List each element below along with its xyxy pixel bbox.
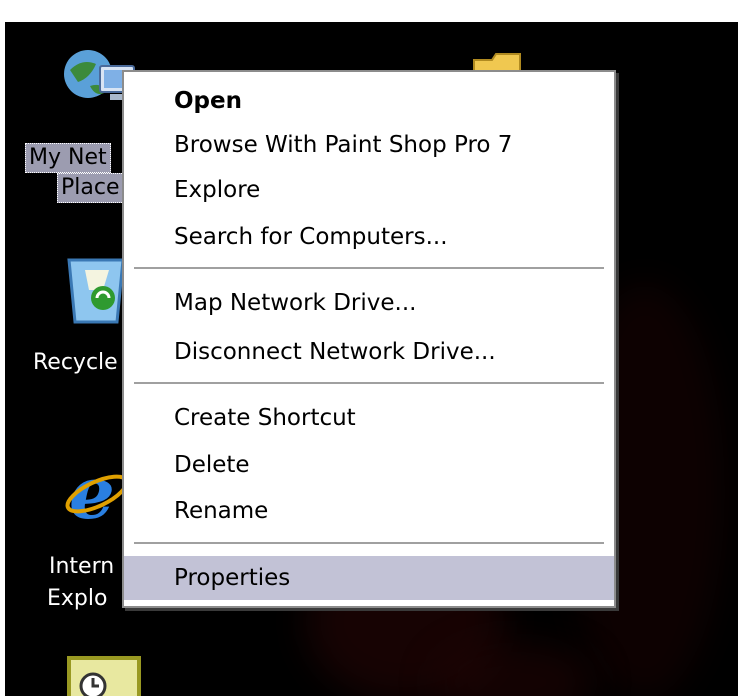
top-caption	[0, 0, 738, 10]
menu-item-properties[interactable]: Properties	[124, 556, 614, 600]
menu-item-rename[interactable]: Rename	[124, 489, 614, 533]
internet-explorer-label-2[interactable]: Explo	[47, 584, 107, 614]
menu-separator	[134, 267, 604, 269]
context-menu: Open Browse With Paint Shop Pro 7 Explor…	[122, 70, 616, 608]
recycle-bin-label[interactable]: Recycle	[33, 348, 118, 378]
menu-item-disconnect-network-drive[interactable]: Disconnect Network Drive...	[124, 330, 614, 374]
menu-item-search-computers[interactable]: Search for Computers...	[124, 215, 614, 259]
menu-item-delete[interactable]: Delete	[124, 443, 614, 487]
network-places-label[interactable]: My Net	[25, 143, 111, 173]
network-places-label-2[interactable]: Place	[57, 173, 124, 203]
menu-item-open[interactable]: Open	[124, 79, 614, 123]
menu-separator	[134, 382, 604, 384]
menu-item-browse-paint-shop[interactable]: Browse With Paint Shop Pro 7	[124, 123, 614, 167]
internet-explorer-label-1[interactable]: Intern	[49, 552, 114, 582]
network-places-label-line2: Place	[61, 175, 120, 200]
menu-item-create-shortcut[interactable]: Create Shortcut	[124, 396, 614, 440]
menu-item-explore[interactable]: Explore	[124, 168, 614, 212]
menu-item-map-network-drive[interactable]: Map Network Drive...	[124, 281, 614, 325]
clock-shortcut-icon[interactable]	[67, 656, 141, 696]
menu-separator	[134, 542, 604, 544]
network-places-label-line1: My Net	[29, 145, 107, 170]
